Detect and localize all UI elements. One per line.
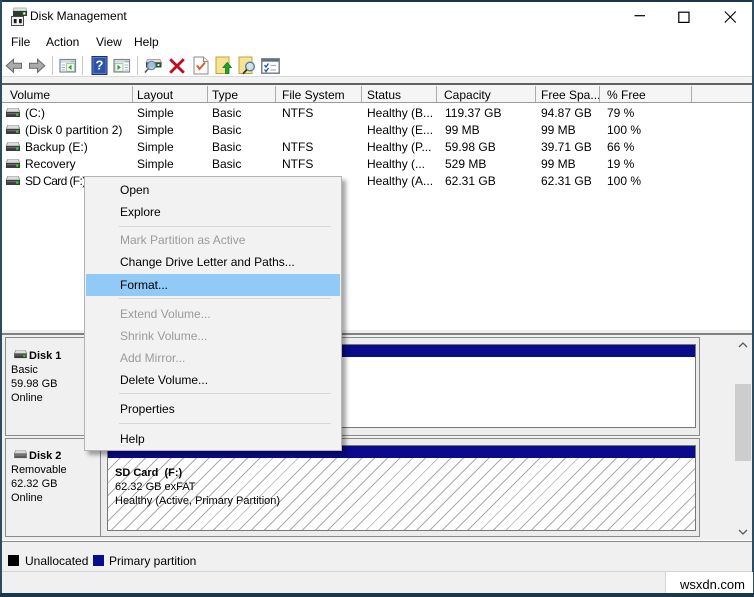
svg-text:?: ? xyxy=(96,58,104,73)
